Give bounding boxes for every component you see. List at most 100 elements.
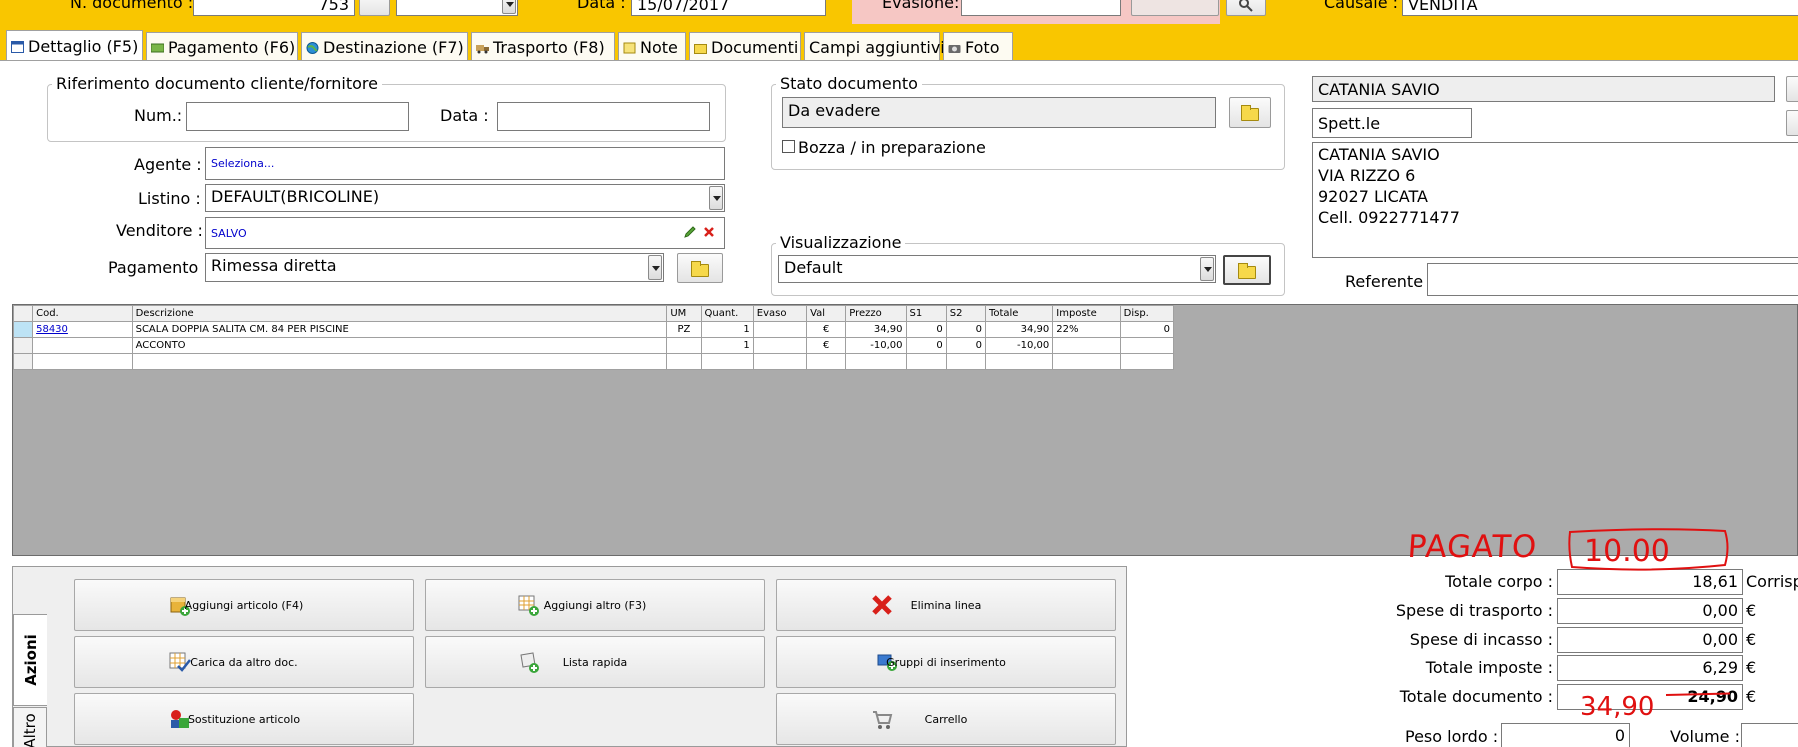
cell-totale[interactable]: -10,00 <box>984 337 1054 354</box>
cell-prezzo[interactable]: -10,00 <box>845 337 907 354</box>
evasione-field[interactable] <box>961 0 1121 16</box>
cell-um[interactable] <box>666 337 702 354</box>
cell-empty[interactable] <box>905 353 947 370</box>
data-field[interactable]: 15/07/2017 <box>631 0 826 16</box>
aggiungi-altro-button[interactable]: Aggiungi altro (F3) <box>425 579 765 631</box>
visualizzazione-dropdown[interactable]: Default <box>778 255 1216 283</box>
cell-s1[interactable]: 0 <box>905 321 947 338</box>
agente-field[interactable]: Seleziona... <box>205 147 725 180</box>
cell-um[interactable]: PZ <box>666 321 702 338</box>
cell-empty[interactable] <box>1052 353 1121 370</box>
row-selector[interactable] <box>12 321 34 338</box>
col-evaso[interactable]: Evaso <box>752 305 808 322</box>
pagamento-folder-button[interactable] <box>677 253 723 283</box>
tab-azioni[interactable]: Azioni <box>13 614 47 706</box>
table-row-empty[interactable] <box>12 353 1175 370</box>
col-um[interactable]: UM <box>666 305 702 322</box>
tab-altro[interactable]: Altro <box>13 707 47 747</box>
pagamento-dropdown[interactable]: Rimessa diretta <box>205 253 664 282</box>
referente-field[interactable] <box>1427 263 1798 296</box>
col-totale[interactable]: Totale <box>984 305 1054 322</box>
table-row[interactable]: 58430 SCALA DOPPIA SALITA CM. 84 PER PIS… <box>12 321 1175 338</box>
tab-dettaglio[interactable]: Dettaglio (F5) <box>6 30 143 61</box>
rif-num-field[interactable] <box>186 102 409 131</box>
cell-disp[interactable]: 0 <box>1119 321 1175 338</box>
cell-evaso[interactable] <box>752 321 808 338</box>
cell-quant[interactable]: 1 <box>700 337 754 354</box>
cell-val[interactable]: € <box>806 337 847 354</box>
cell-descrizione[interactable]: ACCONTO <box>131 337 668 354</box>
close-icon[interactable] <box>703 226 715 238</box>
evasione-button[interactable] <box>1131 0 1219 16</box>
tab-foto[interactable]: Foto <box>943 32 1013 61</box>
cell-cod-link[interactable]: 58430 <box>32 321 133 338</box>
stato-folder-button[interactable] <box>1229 97 1271 128</box>
gruppi-inserimento-button[interactable]: Gruppi di inserimento <box>776 636 1116 688</box>
col-cod[interactable]: Cod. <box>32 305 133 322</box>
row-selector[interactable] <box>12 337 34 354</box>
cell-empty[interactable] <box>945 353 986 370</box>
cell-empty[interactable] <box>131 353 668 370</box>
carrello-button[interactable]: Carrello <box>776 693 1116 745</box>
causale-field[interactable]: VENDITA <box>1402 0 1798 16</box>
cell-empty[interactable] <box>32 353 133 370</box>
tab-trasporto[interactable]: Trasporto (F8) <box>471 32 615 61</box>
num-doc-stepper-button[interactable] <box>359 0 390 16</box>
cell-empty[interactable] <box>666 353 702 370</box>
cell-s2[interactable]: 0 <box>945 321 986 338</box>
cell-s2[interactable]: 0 <box>945 337 986 354</box>
table-row[interactable]: ACCONTO 1 € -10,00 0 0 -10,00 <box>12 337 1175 354</box>
cell-empty[interactable] <box>1119 353 1175 370</box>
tab-pagamento[interactable]: Pagamento (F6) <box>146 32 298 61</box>
aggiungi-articolo-button[interactable]: Aggiungi articolo (F4) <box>74 579 414 631</box>
col-disp[interactable]: Disp. <box>1119 305 1175 322</box>
cell-imposte[interactable] <box>1052 337 1121 354</box>
col-imposte[interactable]: Imposte <box>1052 305 1121 322</box>
cell-s1[interactable]: 0 <box>905 337 947 354</box>
cell-empty[interactable] <box>752 353 808 370</box>
cell-quant[interactable]: 1 <box>700 321 754 338</box>
listino-dropdown[interactable]: DEFAULT(BRICOLINE) <box>205 184 725 212</box>
cliente-titolo-button[interactable] <box>1786 110 1798 136</box>
elimina-linea-button[interactable]: Elimina linea <box>776 579 1116 631</box>
cell-empty[interactable] <box>845 353 907 370</box>
lista-rapida-button[interactable]: Lista rapida <box>425 636 765 688</box>
tab-destinazione[interactable]: Destinazione (F7) <box>301 32 468 61</box>
pencil-icon[interactable] <box>683 225 697 239</box>
cliente-titolo-field[interactable]: Spett.le <box>1312 108 1472 138</box>
cliente-indirizzo-field[interactable]: CATANIA SAVIO VIA RIZZO 6 92027 LICATA C… <box>1312 142 1798 258</box>
row-selector[interactable] <box>12 353 34 370</box>
cell-evaso[interactable] <box>752 337 808 354</box>
rif-data-field[interactable] <box>497 102 710 131</box>
visualizzazione-folder-button[interactable] <box>1223 255 1271 285</box>
cell-empty[interactable] <box>984 353 1054 370</box>
search-button[interactable] <box>1226 0 1266 16</box>
col-prezzo[interactable]: Prezzo <box>845 305 907 322</box>
cell-totale[interactable]: 34,90 <box>984 321 1054 338</box>
num-doc-field[interactable]: 753 <box>193 0 355 16</box>
col-quant[interactable]: Quant. <box>700 305 754 322</box>
series-dropdown[interactable] <box>396 0 518 16</box>
volume-field[interactable] <box>1741 723 1798 747</box>
stato-field[interactable]: Da evadere <box>782 97 1216 128</box>
cliente-nome-field[interactable]: CATANIA SAVIO <box>1312 76 1775 102</box>
col-descrizione[interactable]: Descrizione <box>131 305 668 322</box>
col-s1[interactable]: S1 <box>905 305 947 322</box>
tab-campi-aggiuntivi[interactable]: Campi aggiuntivi <box>804 32 945 61</box>
cell-descrizione[interactable]: SCALA DOPPIA SALITA CM. 84 PER PISCINE <box>131 321 668 338</box>
venditore-field[interactable]: SALVO <box>205 217 725 249</box>
col-val[interactable]: Val <box>806 305 847 322</box>
tab-note[interactable]: Note <box>618 32 686 61</box>
bozza-checkbox[interactable] <box>782 140 795 153</box>
carica-altro-doc-button[interactable]: Carica da altro doc. <box>74 636 414 688</box>
cell-prezzo[interactable]: 34,90 <box>845 321 907 338</box>
cell-cod[interactable] <box>32 337 133 354</box>
col-s2[interactable]: S2 <box>945 305 986 322</box>
tab-documenti[interactable]: Documenti <box>689 32 801 61</box>
cell-empty[interactable] <box>806 353 847 370</box>
sostituzione-articolo-button[interactable]: Sostituzione articolo <box>74 693 414 745</box>
cell-empty[interactable] <box>700 353 754 370</box>
cell-imposte[interactable]: 22% <box>1052 321 1121 338</box>
cell-disp[interactable] <box>1119 337 1175 354</box>
cliente-nome-button[interactable] <box>1786 76 1798 102</box>
